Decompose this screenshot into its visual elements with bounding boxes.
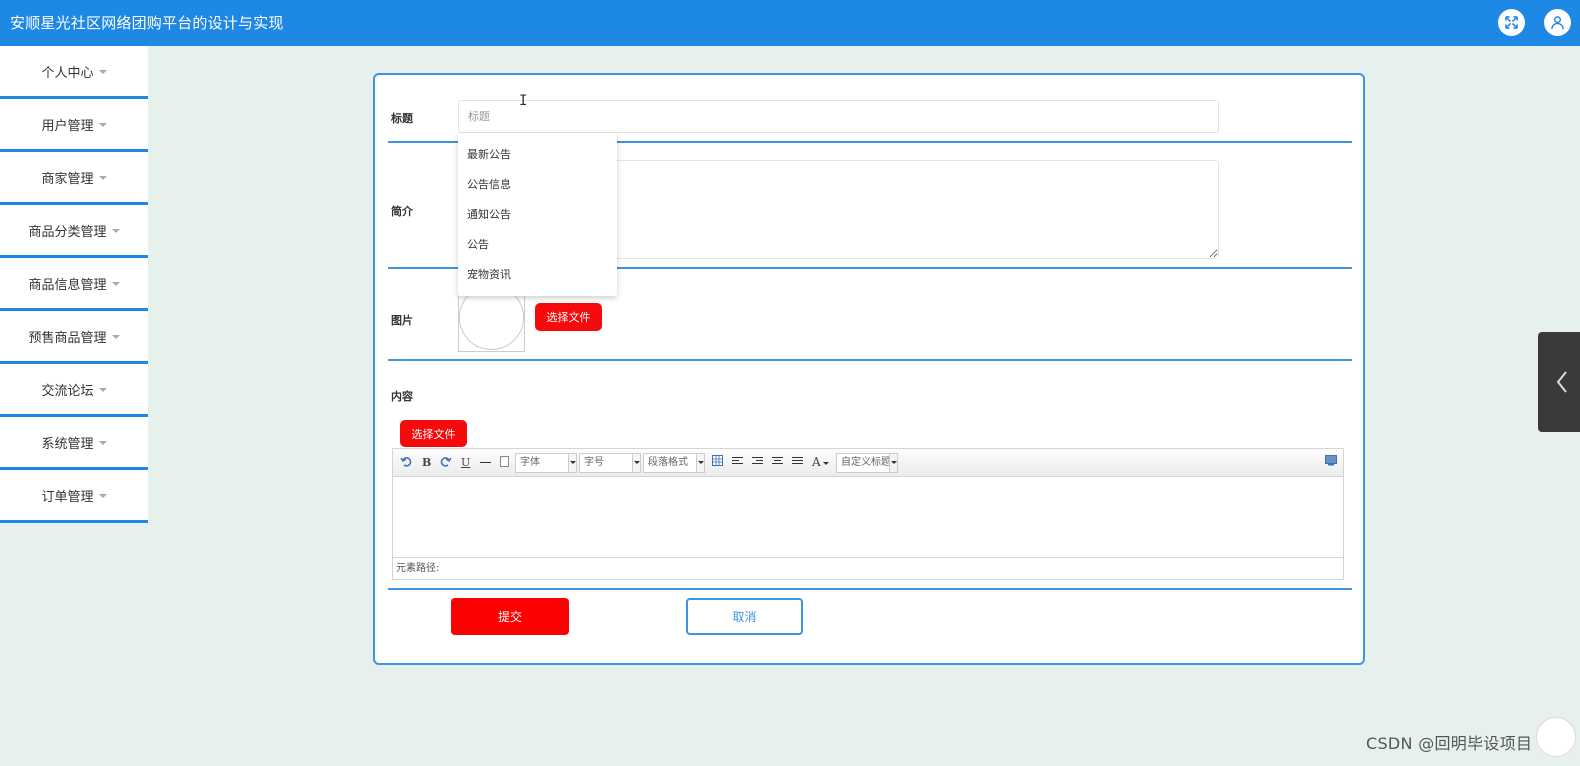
sidebar-item-label: 系统管理 — [41, 436, 94, 452]
editor-content-area[interactable] — [393, 477, 1343, 558]
csdn-watermark: CSDN @回明毕设项目 — [1366, 734, 1533, 753]
sidebar-item-label: 预售商品管理 — [28, 330, 107, 346]
font-color-button[interactable]: A — [812, 455, 821, 470]
sidebar-item-label: 订单管理 — [41, 489, 94, 505]
text-cursor-icon: I — [519, 93, 528, 109]
sidebar-item-label: 商家管理 — [41, 171, 94, 187]
caret-down-icon — [111, 228, 120, 233]
underline-button[interactable]: U — [461, 455, 470, 470]
undo-icon[interactable] — [400, 455, 412, 470]
caret-down-icon — [111, 334, 120, 339]
app-title: 安顺星光社区网络团购平台的设计与实现 — [10, 14, 284, 32]
fullscreen-icon[interactable] — [1498, 9, 1525, 36]
page-icon[interactable] — [500, 456, 509, 467]
title-autocomplete-dropdown: 最新公告 公告信息 通知公告 公告 宠物资讯 — [458, 133, 617, 296]
caret-down-icon — [98, 440, 107, 445]
rich-text-editor: B U 字体 字号 段落格式 A 自定义标题 元素路径: — [392, 448, 1344, 580]
top-header-bar: 安顺星光社区网络团购平台的设计与实现 — [0, 0, 1580, 46]
caret-down-icon — [98, 387, 107, 392]
autocomplete-option[interactable]: 公告 — [458, 230, 617, 260]
sidebar-item-label: 商品分类管理 — [28, 224, 107, 240]
sidebar-item-product-management[interactable]: 商品信息管理 — [0, 258, 148, 311]
caret-down-icon — [98, 122, 107, 127]
image-choose-file-button[interactable]: 选择文件 — [535, 303, 602, 331]
custom-title-select-label: 自定义标题 — [841, 457, 891, 468]
sidebar-item-presale-management[interactable]: 预售商品管理 — [0, 311, 148, 364]
autocomplete-option[interactable]: 公告信息 — [458, 170, 617, 200]
image-label: 图片 — [391, 314, 413, 327]
align-justify-icon[interactable] — [792, 457, 803, 467]
font-size-select-label: 字号 — [584, 457, 604, 468]
chevron-down-icon — [568, 454, 576, 472]
autocomplete-option[interactable]: 宠物资讯 — [458, 260, 617, 290]
submit-button[interactable]: 提交 — [451, 598, 569, 635]
sidebar-item-label: 交流论坛 — [41, 383, 94, 399]
autocomplete-option[interactable]: 通知公告 — [458, 200, 617, 230]
align-center-icon[interactable] — [772, 457, 783, 467]
custom-title-select[interactable]: 自定义标题 — [836, 453, 898, 473]
font-family-select-label: 字体 — [520, 457, 540, 468]
row-divider — [388, 359, 1352, 361]
sidebar-menu: 个人中心 用户管理 商家管理 商品分类管理 商品信息管理 预售商品管理 交流论坛… — [0, 46, 148, 523]
autocomplete-option[interactable]: 最新公告 — [458, 140, 617, 170]
news-form-card: 标题 简介 图片 选择文件 内容 选择文件 B U 字体 — [373, 73, 1365, 665]
sidebar-item-personal-center[interactable]: 个人中心 — [0, 46, 148, 99]
caret-down-icon — [98, 493, 107, 498]
font-size-select[interactable]: 字号 — [579, 453, 641, 473]
chevron-down-icon — [632, 454, 640, 472]
sidebar-item-forum[interactable]: 交流论坛 — [0, 364, 148, 417]
caret-down-icon — [98, 175, 107, 180]
row-divider — [388, 588, 1352, 590]
sidebar-item-system-management[interactable]: 系统管理 — [0, 417, 148, 470]
bold-button[interactable]: B — [422, 455, 431, 470]
redo-icon[interactable] — [440, 455, 452, 470]
sidebar-item-label: 商品信息管理 — [28, 277, 107, 293]
editor-element-path: 元素路径: — [396, 563, 440, 574]
sidebar-item-user-management[interactable]: 用户管理 — [0, 99, 148, 152]
content-label: 内容 — [391, 390, 413, 403]
side-collapse-tab[interactable] — [1538, 332, 1580, 432]
fullscreen-editor-icon[interactable] — [1325, 455, 1337, 470]
chevron-down-icon — [889, 454, 897, 472]
caret-down-icon — [98, 69, 107, 74]
paragraph-format-select[interactable]: 段落格式 — [643, 453, 705, 473]
title-label: 标题 — [391, 112, 413, 125]
align-left-icon[interactable] — [732, 457, 743, 467]
sidebar-item-merchant-management[interactable]: 商家管理 — [0, 152, 148, 205]
chevron-down-icon — [696, 454, 704, 472]
font-family-select[interactable]: 字体 — [515, 453, 577, 473]
caret-down-icon — [111, 281, 120, 286]
editor-toolbar: B U 字体 字号 段落格式 A 自定义标题 — [393, 449, 1343, 477]
table-icon[interactable] — [712, 455, 723, 470]
sidebar-item-order-management[interactable]: 订单管理 — [0, 470, 148, 523]
sidebar-item-label: 用户管理 — [41, 118, 94, 134]
floating-app-button[interactable] — [1536, 717, 1576, 757]
title-input[interactable] — [458, 100, 1219, 133]
content-choose-file-button[interactable]: 选择文件 — [400, 420, 467, 447]
sidebar-item-category-management[interactable]: 商品分类管理 — [0, 205, 148, 258]
chevron-left-icon — [1556, 371, 1567, 393]
align-right-icon[interactable] — [752, 457, 763, 467]
font-color-dropdown-icon[interactable] — [823, 462, 829, 465]
user-avatar-icon[interactable] — [1544, 9, 1571, 36]
cancel-button[interactable]: 取消 — [686, 598, 803, 635]
sidebar-item-label: 个人中心 — [41, 65, 94, 81]
intro-label: 简介 — [391, 205, 413, 218]
paragraph-format-select-label: 段落格式 — [648, 457, 688, 468]
horizontal-rule-icon[interactable] — [480, 462, 491, 463]
